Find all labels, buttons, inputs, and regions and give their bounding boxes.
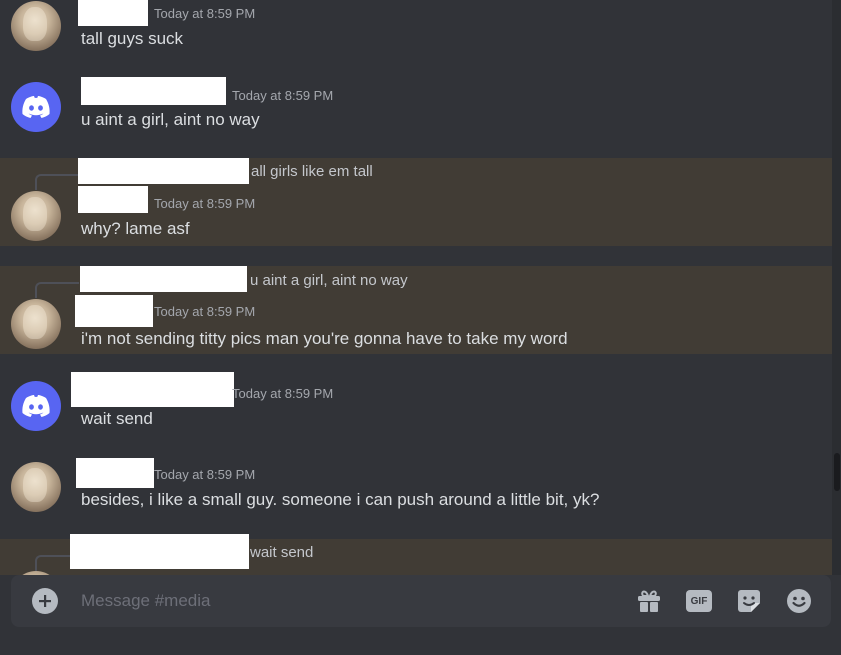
message-input[interactable]: Message #media <box>81 591 210 611</box>
redacted-username[interactable] <box>78 0 148 26</box>
sticker-button[interactable] <box>735 587 763 615</box>
reply-connector <box>35 282 79 298</box>
message-timestamp: Today at 8:59 PM <box>154 467 256 482</box>
avatar[interactable] <box>11 82 61 132</box>
redacted-username[interactable] <box>75 295 153 327</box>
redacted-username[interactable] <box>78 186 148 213</box>
message: Today at 8:59 PM wait send <box>0 370 832 442</box>
gift-icon <box>638 590 660 612</box>
message-timestamp: Today at 8:59 PM <box>154 6 256 21</box>
reply-preview[interactable]: wait send <box>250 544 313 561</box>
emoji-icon <box>787 589 811 613</box>
message: all girls like em tall Today at 8:59 PM … <box>0 158 832 246</box>
message: u aint a girl, aint no way Today at 8:59… <box>0 266 832 354</box>
message-timestamp: Today at 8:59 PM <box>232 386 334 401</box>
message-text: i'm not sending titty pics man you're go… <box>81 329 568 348</box>
redacted-reply-username[interactable] <box>78 158 249 184</box>
message: Today at 8:59 PM u aint a girl, aint no … <box>0 70 832 150</box>
avatar[interactable] <box>11 462 61 512</box>
reply-preview[interactable]: all girls like em tall <box>251 163 373 180</box>
gif-icon: GIF <box>686 590 712 612</box>
message-timestamp: Today at 8:59 PM <box>154 304 256 319</box>
reply-connector <box>35 174 79 190</box>
avatar[interactable] <box>11 381 61 431</box>
message-timestamp: Today at 8:59 PM <box>154 196 256 211</box>
gift-button[interactable] <box>635 587 663 615</box>
plus-icon <box>39 595 51 607</box>
chat-scrollbar[interactable] <box>832 0 841 575</box>
message: wait send <box>0 534 832 575</box>
redacted-username[interactable] <box>81 77 226 105</box>
message-list: Today at 8:59 PM tall guys suck Today at… <box>0 0 832 575</box>
scrollbar-thumb[interactable] <box>834 453 840 491</box>
message: Today at 8:59 PM tall guys suck <box>0 0 832 70</box>
message: Today at 8:59 PM besides, i like a small… <box>0 456 832 528</box>
redacted-username[interactable] <box>71 372 234 407</box>
reply-preview[interactable]: u aint a girl, aint no way <box>250 272 408 289</box>
message-text: wait send <box>81 409 153 428</box>
gif-button[interactable]: GIF <box>685 587 713 615</box>
message-text: besides, i like a small guy. someone i c… <box>81 490 600 509</box>
message-timestamp: Today at 8:59 PM <box>232 88 334 103</box>
message-text: why? lame asf <box>81 219 190 238</box>
discord-logo-icon <box>22 96 50 118</box>
message-composer: Message #media GIF <box>11 575 831 627</box>
redacted-reply-username[interactable] <box>70 534 249 569</box>
sticker-icon <box>738 590 760 612</box>
emoji-button[interactable] <box>785 587 813 615</box>
avatar[interactable] <box>11 191 61 241</box>
message-text: tall guys suck <box>81 29 184 48</box>
redacted-reply-username[interactable] <box>80 266 247 292</box>
avatar[interactable] <box>11 1 61 51</box>
avatar[interactable] <box>11 299 61 349</box>
message-text: u aint a girl, aint no way <box>81 110 260 129</box>
upload-button[interactable] <box>32 588 58 614</box>
discord-logo-icon <box>22 395 50 417</box>
redacted-username[interactable] <box>76 458 154 488</box>
